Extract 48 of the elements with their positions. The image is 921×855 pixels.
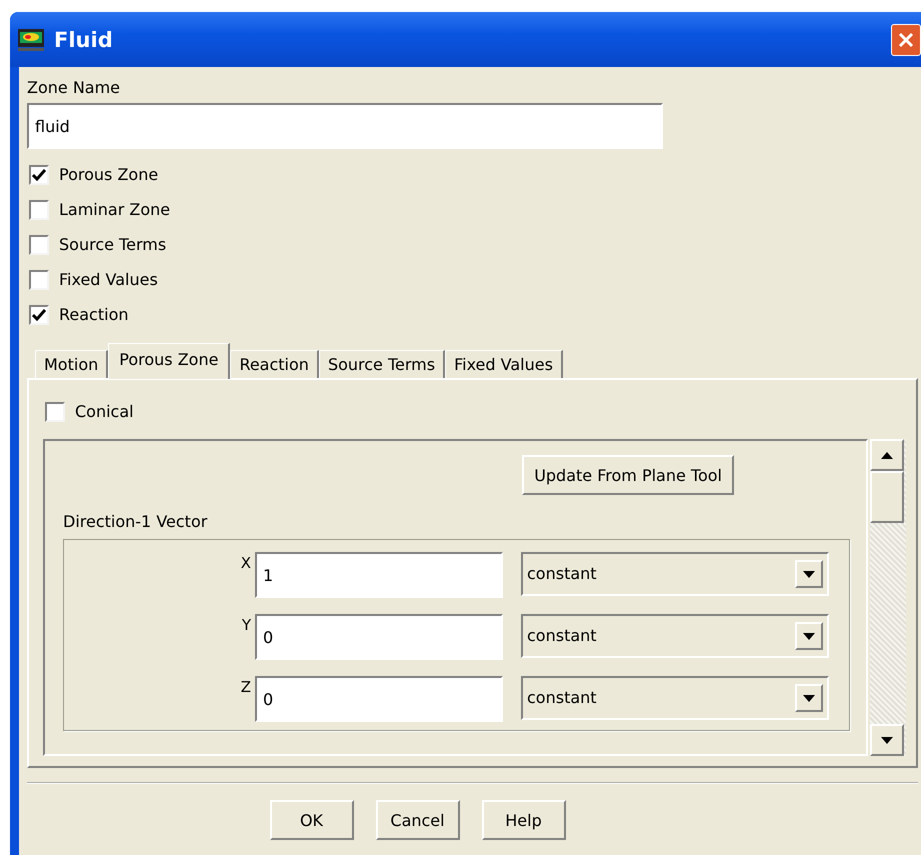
down-arrow-icon (803, 570, 815, 578)
check-icon (32, 308, 46, 320)
dialog-button[interactable]: Cancel (376, 800, 460, 840)
tab[interactable]: Reaction (230, 350, 319, 378)
zone-name-field[interactable]: fluid (27, 103, 663, 149)
checkbox[interactable] (45, 402, 65, 422)
dialog-button[interactable]: Help (482, 800, 566, 840)
scroll-thumb[interactable] (870, 471, 904, 523)
checkbox-label: Reaction (59, 304, 128, 326)
window-title: Fluid (54, 28, 114, 52)
down-arrow-icon (803, 694, 815, 702)
scroll-down-button[interactable] (870, 724, 904, 756)
axis-label: Y (242, 616, 251, 634)
value-field[interactable]: 0 (255, 614, 503, 660)
update-button[interactable]: Update From Plane Tool (522, 455, 734, 495)
axis-label: Z (240, 678, 251, 696)
tab[interactable]: Motion (35, 350, 108, 378)
down-arrow-icon (881, 736, 893, 744)
axis-label: X (240, 554, 251, 572)
checkbox[interactable] (29, 200, 49, 220)
checkbox-label: Conical (75, 400, 134, 422)
checkbox[interactable] (29, 304, 49, 324)
checkbox[interactable] (29, 164, 49, 184)
scroll-up-button[interactable] (870, 439, 904, 471)
profile-dropdown[interactable]: constant (521, 614, 829, 658)
checkbox[interactable] (29, 234, 49, 254)
checkbox[interactable] (29, 270, 49, 290)
tab[interactable]: Porous Zone (108, 343, 230, 379)
close-button[interactable] (891, 24, 921, 56)
up-arrow-icon (881, 452, 893, 458)
tab[interactable]: Fixed Values (445, 350, 563, 378)
value-field[interactable]: 1 (255, 552, 503, 598)
scrollbar[interactable] (870, 439, 906, 756)
profile-dropdown[interactable]: constant (521, 552, 829, 596)
checkbox-label: Fixed Values (59, 268, 158, 290)
tab[interactable]: Source Terms (318, 350, 446, 378)
down-arrow-icon (803, 632, 815, 640)
profile-dropdown[interactable]: constant (521, 676, 829, 720)
close-icon (897, 30, 915, 48)
group-label: Direction-1 Vector (63, 511, 208, 533)
value-field[interactable]: 0 (255, 676, 503, 722)
checkbox-label: Porous Zone (59, 164, 158, 186)
checkbox-label: Laminar Zone (59, 198, 170, 220)
dialog-button[interactable]: OK (270, 800, 354, 840)
checkbox-label: Source Terms (59, 234, 166, 256)
app-icon (18, 28, 44, 50)
check-icon (32, 168, 46, 180)
field-label: Zone Name (27, 77, 122, 99)
